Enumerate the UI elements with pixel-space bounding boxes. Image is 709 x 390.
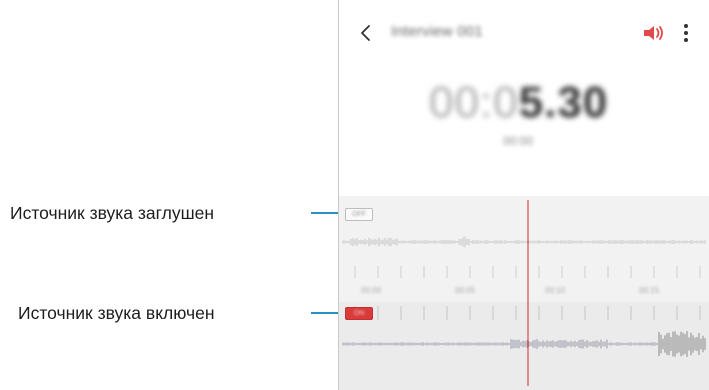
track-muted-text: OFF (352, 211, 366, 218)
speaker-on-icon[interactable] (641, 22, 665, 44)
timer-dim: 00:0 (429, 78, 519, 127)
callout-on-text: Источник звука включен (18, 303, 215, 323)
recording-title: Interview 001 (391, 23, 483, 40)
more-vertical-icon[interactable] (681, 22, 691, 44)
track-on-button[interactable]: ON (345, 307, 373, 320)
timer-bold: 5.30 (518, 78, 609, 127)
app-bar: Interview 001 (339, 14, 709, 54)
timeline-label: 00:00 (361, 286, 382, 295)
waveform-muted-track (342, 236, 706, 248)
waveform-panel: OFF ON 00:00 00:05 00:10 00:15 (339, 196, 709, 390)
phone-screen: Interview 001 00:05.30 00:00 OFF ON 00:0… (338, 0, 709, 390)
track-muted-button[interactable]: OFF (345, 208, 373, 221)
elapsed-timer: 00:05.30 (429, 78, 608, 128)
timeline-label: 00:05 (455, 286, 476, 295)
callout-muted: Источник звука заглушен (10, 200, 345, 226)
recording-date: 00:00 (503, 134, 534, 148)
chevron-left-icon[interactable] (355, 22, 377, 44)
track-on-text: ON (353, 310, 365, 317)
callout-muted-text: Источник звука заглушен (10, 203, 215, 223)
callout-on: Источник звука включен (18, 300, 353, 326)
timeline-label: 00:15 (639, 286, 660, 295)
waveform-active-track (342, 331, 706, 357)
timeline-label: 00:10 (545, 286, 566, 295)
